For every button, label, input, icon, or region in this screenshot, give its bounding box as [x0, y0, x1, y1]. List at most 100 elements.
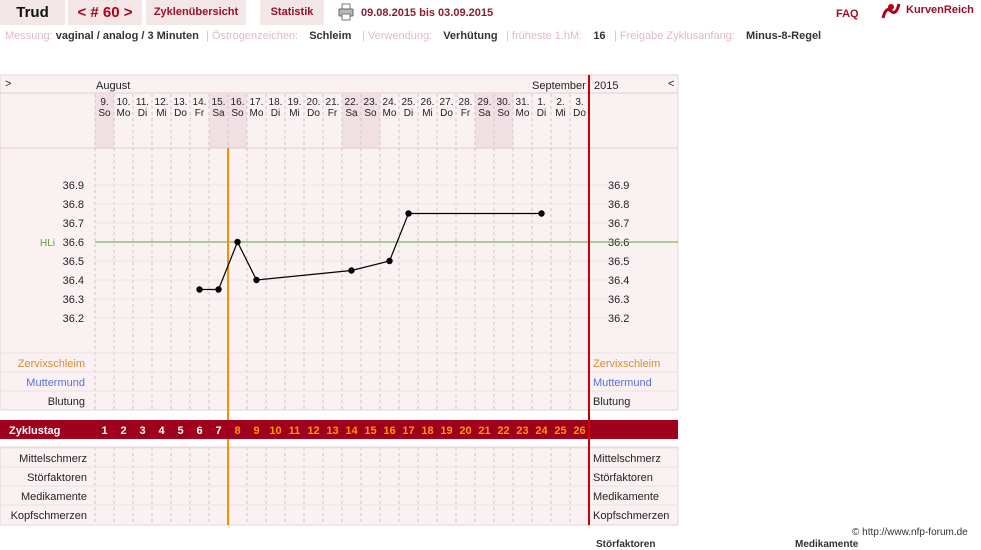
y-tick-right: 36.3 [608, 294, 629, 306]
y-tick-left: 36.3 [63, 294, 84, 306]
cycle-day-number: 23 [516, 425, 528, 437]
cycle-day-number: 17 [402, 425, 414, 437]
y-tick-right: 36.6 [608, 237, 629, 249]
tab-statistik[interactable]: Statistik [260, 0, 324, 25]
temperature-point [348, 267, 355, 274]
date-label: 1. [537, 97, 545, 108]
meta-value: Schleim [309, 30, 352, 42]
date-label: 24. [383, 97, 397, 108]
nav-left-arrow: > [5, 78, 11, 90]
date-label: 31. [516, 97, 530, 108]
sign-row-label-right: Blutung [593, 396, 630, 408]
weekday-label: Mo [117, 108, 131, 119]
cycle-day-number: 13 [326, 425, 338, 437]
cycle-day-number: 20 [459, 425, 471, 437]
date-label: 10. [117, 97, 131, 108]
meta-value: Minus-8-Regel [745, 30, 822, 42]
date-label: 15. [212, 97, 226, 108]
date-label: 13. [174, 97, 188, 108]
cycle-day-number: 11 [289, 425, 301, 437]
temperature-point [405, 210, 412, 217]
weekday-label: So [231, 108, 244, 119]
weekday-label: Sa [345, 108, 358, 119]
weekday-label: Fr [195, 108, 205, 119]
symptom-row-label-left: Medikamente [21, 491, 87, 503]
meta-label: früheste 1.hM: [511, 30, 583, 42]
y-tick-left: 36.2 [63, 313, 84, 325]
cycle-day-number: 4 [158, 425, 165, 437]
date-label: 29. [478, 97, 492, 108]
weekday-label: Do [440, 108, 453, 119]
cycle-day-number: 18 [421, 425, 433, 437]
cycle-day-number: 10 [269, 425, 281, 437]
cycle-day-number: 12 [307, 425, 319, 437]
cycle-day-number: 6 [196, 425, 202, 437]
meta-messung: Messung: vaginal / analog / 3 Minuten [5, 30, 199, 42]
meta-value: Verhütung [443, 30, 498, 42]
weekday-label: Do [174, 108, 187, 119]
printer-icon[interactable] [338, 3, 354, 21]
symptom-row-label-right: Mittelschmerz [593, 453, 661, 465]
y-tick-left: 36.9 [63, 180, 84, 192]
symptom-row-label-left: Störfaktoren [27, 472, 87, 484]
meta-label: Freigabe Zyklusanfang: [619, 30, 735, 42]
symptom-row-label-right: Störfaktoren [593, 472, 653, 484]
symptom-row-label-left: Kopfschmerzen [11, 510, 87, 522]
date-range: 09.08.2015 bis 03.09.2015 [361, 7, 494, 19]
sign-row-label-left: Zervixschleim [18, 358, 85, 370]
weekday-label: Sa [212, 108, 225, 119]
y-tick-left: 36.4 [63, 275, 84, 287]
cut-off-label: Medikamente [795, 539, 859, 550]
cycle-chart: > August September 2015 <9.So10.Mo11.Di12.Mi… [0, 74, 679, 526]
meta-freigabe: | Freigabe Zyklusanfang: Minus-8-Regel [614, 30, 822, 42]
weekday-label: Do [573, 108, 586, 119]
cut-off-label: Störfaktoren [596, 539, 656, 550]
kurvenreich-logo-icon[interactable] [880, 2, 902, 23]
weekday-label: So [364, 108, 377, 119]
cycle-navigation[interactable]: < # 60 > [68, 0, 142, 25]
date-label: 2. [556, 97, 564, 108]
y-tick-right: 36.7 [608, 218, 629, 230]
y-tick-left: 36.6 [63, 237, 84, 249]
date-label: 28. [459, 97, 473, 108]
meta-label: Messung: [5, 30, 53, 42]
date-label: 17. [250, 97, 264, 108]
coverline-label: HLi [40, 238, 55, 249]
weekday-label: Mo [516, 108, 530, 119]
cycle-day-number: 24 [535, 425, 548, 437]
meta-value: vaginal / analog / 3 Minuten [55, 30, 199, 42]
logo-text[interactable]: KurvenReich [906, 4, 974, 16]
date-label: 21. [326, 97, 340, 108]
y-tick-right: 36.2 [608, 313, 629, 325]
cycle-day-number: 25 [554, 425, 566, 437]
month-label-right: September [532, 80, 586, 92]
weekday-label: Mi [289, 108, 300, 119]
cycle-day-number: 3 [139, 425, 145, 437]
weekday-label: Fr [328, 108, 338, 119]
meta-label: Verwendung: [367, 30, 433, 42]
date-label: 16. [231, 97, 245, 108]
copyright: © http://www.nfp-forum.de [852, 527, 968, 538]
faq-link[interactable]: FAQ [836, 8, 859, 20]
date-label: 22. [345, 97, 359, 108]
temperature-point [253, 276, 260, 284]
weekday-label: Do [307, 108, 320, 119]
tab-zyklenuebersicht[interactable]: Zyklenübersicht [146, 0, 246, 25]
y-tick-right: 36.4 [608, 275, 629, 287]
weekday-label: Di [138, 108, 147, 119]
date-label: 20. [307, 97, 321, 108]
cycle-day-number: 21 [478, 425, 490, 437]
temperature-point [538, 210, 545, 217]
cycle-day-number: 9 [253, 425, 259, 437]
symptom-row-label-right: Kopfschmerzen [593, 510, 669, 522]
meta-frueheste: | früheste 1.hM: 16 [506, 30, 606, 42]
y-tick-left: 36.7 [63, 218, 84, 230]
y-tick-left: 36.8 [63, 199, 84, 211]
cycle-day-number: 14 [345, 425, 358, 437]
temperature-point [196, 286, 203, 293]
date-label: 9. [100, 97, 108, 108]
cycle-day-number: 16 [383, 425, 395, 437]
user-name: Trud [0, 0, 66, 25]
date-label: 27. [440, 97, 454, 108]
sign-row-label-right: Muttermund [593, 377, 652, 389]
